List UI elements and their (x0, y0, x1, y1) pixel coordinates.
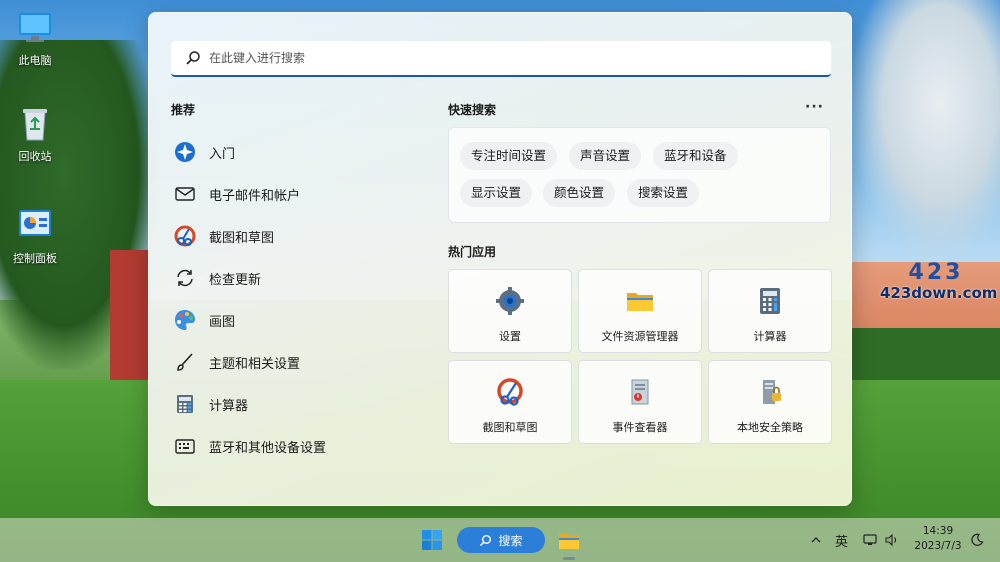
app-tile-label: 计算器 (753, 330, 787, 343)
watermark-top: 423 (908, 260, 964, 285)
bluetooth-devices-icon (173, 434, 197, 458)
wallpaper-hedge (852, 328, 1000, 388)
quick-search-box: 专注时间设置 声音设置 蓝牙和设备 显示设置 颜色设置 搜索设置 (448, 127, 831, 223)
recommended-item-label: 计算器 (209, 398, 249, 414)
recommended-item-theme-settings[interactable]: 主题和相关设置 (173, 341, 423, 383)
recommended-item-label: 截图和草图 (209, 230, 275, 246)
network-icon[interactable] (862, 518, 878, 562)
app-tile-event-viewer[interactable]: 事件查看器 (578, 360, 702, 444)
recommended-item-label: 画图 (209, 314, 236, 330)
recommended-title: 推荐 (171, 103, 196, 117)
app-tile-local-security-policy[interactable]: 本地安全策略 (708, 360, 832, 444)
app-tile-snip-sketch[interactable]: 截图和草图 (448, 360, 572, 444)
site-watermark: 423 423down.com (880, 260, 998, 306)
app-tile-label: 本地安全策略 (737, 421, 803, 434)
app-tile-label: 事件查看器 (612, 421, 668, 434)
app-tile-label: 设置 (499, 330, 521, 343)
quick-chip-focus[interactable]: 专注时间设置 (460, 142, 558, 170)
recommended-item-check-updates[interactable]: 检查更新 (173, 257, 423, 299)
recommended-item-bluetooth-devices[interactable]: 蓝牙和其他设备设置 (173, 425, 423, 467)
control-panel-icon (19, 210, 51, 236)
settings-gear-icon (496, 287, 524, 315)
recommended-item-snip-sketch[interactable]: 截图和草图 (173, 215, 423, 257)
desktop-icon-this-pc[interactable]: 此电脑 (5, 8, 65, 68)
chevron-up-icon (811, 537, 821, 543)
recommended-item-get-started[interactable]: 入门 (173, 131, 423, 173)
paint-icon (173, 308, 197, 332)
recommended-item-label: 主题和相关设置 (209, 356, 301, 372)
calculator-icon (173, 392, 197, 416)
quick-chip-display[interactable]: 显示设置 (460, 179, 533, 207)
recommended-item-email-accounts[interactable]: 电子邮件和帐户 (173, 173, 423, 215)
app-tile-settings[interactable]: 设置 (448, 269, 572, 353)
running-indicator (563, 557, 575, 560)
get-started-icon (173, 140, 197, 164)
recommended-item-label: 电子邮件和帐户 (209, 188, 301, 204)
snip-sketch-icon (173, 224, 197, 248)
wallpaper-tree-right (850, 0, 1000, 260)
system-clock[interactable]: 14:39 2023/7/3 (908, 524, 968, 554)
folder-icon (627, 293, 653, 311)
recommended-item-paint[interactable]: 画图 (173, 299, 423, 341)
event-viewer-icon (631, 379, 649, 405)
notification-icon[interactable] (970, 518, 984, 562)
file-explorer-taskbar-icon[interactable] (558, 530, 580, 550)
desktop-icon-control-panel[interactable]: 控制面板 (5, 206, 65, 266)
taskbar: 搜索 英 14:39 2023/7/3 (0, 518, 1000, 562)
watermark-bottom: 423down.com (880, 284, 998, 302)
taskbar-search-label: 搜索 (498, 533, 523, 548)
clock-time: 14:39 (922, 525, 954, 537)
search-box[interactable] (171, 41, 831, 77)
recycle-bin-icon (23, 109, 47, 141)
wallpaper-house (110, 250, 150, 390)
app-tile-label: 截图和草图 (482, 421, 538, 434)
app-tile-label: 文件资源管理器 (601, 330, 679, 343)
quick-chip-sound[interactable]: 声音设置 (569, 142, 642, 170)
search-input[interactable] (209, 51, 831, 65)
volume-icon[interactable] (884, 518, 900, 562)
top-apps-title: 热门应用 (448, 245, 497, 259)
recommended-item-label: 入门 (209, 146, 236, 162)
search-icon (186, 51, 200, 65)
brush-icon (173, 350, 197, 374)
recommended-item-label: 蓝牙和其他设备设置 (209, 440, 327, 456)
update-icon (173, 266, 197, 290)
calculator-icon (760, 288, 780, 314)
quick-search-title: 快速搜索 (448, 103, 497, 117)
more-options-button[interactable]: ··· (805, 99, 824, 115)
app-tile-calculator[interactable]: 计算器 (708, 269, 832, 353)
recommended-item-calculator[interactable]: 计算器 (173, 383, 423, 425)
quick-chip-search[interactable]: 搜索设置 (627, 179, 700, 207)
search-panel: 推荐 入门 电子邮件和帐户 (148, 12, 852, 506)
show-hidden-icons-chevron[interactable] (810, 518, 822, 562)
desktop-icon-label: 此电脑 (18, 54, 52, 67)
desktop-icon-recycle-bin[interactable]: 回收站 (5, 104, 65, 164)
app-tile-file-explorer[interactable]: 文件资源管理器 (578, 269, 702, 353)
taskbar-search-button[interactable]: 搜索 (457, 527, 545, 553)
recommended-item-label: 检查更新 (209, 272, 262, 288)
input-method-indicator[interactable]: 英 (835, 518, 848, 562)
search-icon (480, 534, 492, 546)
security-policy-icon (763, 380, 781, 404)
monitor-icon (19, 13, 51, 42)
clock-date: 2023/7/3 (914, 540, 962, 552)
desktop-icon-label: 控制面板 (13, 252, 57, 265)
mail-icon (173, 182, 197, 206)
quick-chip-bluetooth[interactable]: 蓝牙和设备 (653, 142, 738, 170)
desktop-icon-label: 回收站 (18, 150, 52, 163)
recommended-list: 入门 电子邮件和帐户 截图和草图 检查更新 画图 主题和相关设置 计算器 蓝牙和… (173, 131, 423, 467)
quick-chip-color[interactable]: 颜色设置 (543, 179, 616, 207)
windows-start-icon[interactable] (421, 529, 443, 551)
snip-sketch-icon (497, 378, 523, 406)
